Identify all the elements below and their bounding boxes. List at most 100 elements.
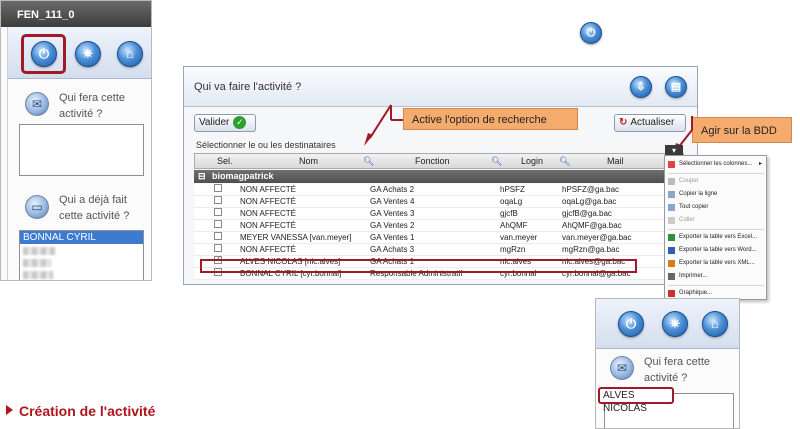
cell-nom: NON AFFECTÉ: [240, 209, 297, 218]
cell-fonction: GA Ventes 4: [370, 197, 415, 206]
table-row[interactable]: MEYER VANESSA [van.meyer] GA Ventes 1 van.…: [194, 232, 684, 244]
excel-icon: [668, 234, 675, 241]
cell-nom: NON AFFECTÉ: [240, 221, 297, 230]
dialog-print-button[interactable]: ▤: [665, 76, 687, 98]
cell-mail: oqaLg@ga.bac: [562, 197, 617, 206]
row-checkbox[interactable]: [214, 244, 222, 252]
cell-fonction: GA Achats 3: [370, 245, 415, 254]
cell-fonction: GA Ventes 3: [370, 209, 415, 218]
check-icon: ✓: [233, 115, 247, 129]
valider-button[interactable]: Valider ✓: [194, 114, 256, 132]
qui-deja-label: Qui a déjà fait cette activité ?: [59, 194, 130, 222]
cell-mail: van.meyer@ga.bac: [562, 233, 632, 242]
menu-select-columns[interactable]: Sélectionner les colonnes... ▸: [665, 159, 766, 170]
xml-icon: [668, 260, 675, 267]
gear-icon: ✷: [82, 46, 94, 61]
section-title: Création de l'activité: [6, 403, 155, 419]
row-checkbox[interactable]: [214, 220, 222, 228]
cell-nom: NON AFFECTÉ: [240, 245, 297, 254]
dialog-download-button[interactable]: ⇩: [630, 76, 652, 98]
row-checkbox[interactable]: [214, 232, 222, 240]
cell-fonction: GA Achats 2: [370, 185, 415, 194]
collapse-icon[interactable]: ⊟: [198, 170, 206, 183]
cell-login: gjcfB: [500, 209, 518, 218]
scissors-icon: [668, 178, 675, 185]
cell-login: oqaLg: [500, 197, 523, 206]
dialog-header: Qui va faire l'activité ? ⇩ ▤: [184, 67, 697, 107]
triangle-right-icon: [6, 405, 13, 415]
cell-mail: gjcfB@ga.bac: [562, 209, 612, 218]
search-icon[interactable]: 🔍︎: [491, 156, 502, 167]
download-icon: ⇩: [636, 81, 646, 93]
menu-copy-all[interactable]: Tout copier: [665, 202, 766, 213]
cell-fonction: GA Ventes 1: [370, 233, 415, 242]
qui-fera-field[interactable]: [19, 124, 144, 176]
table-row[interactable]: NON AFFECTÉ GA Ventes 3 gjcfB gjcfB@ga.bac: [194, 208, 684, 220]
menu-paste[interactable]: Coller: [665, 215, 766, 226]
row-checkbox[interactable]: [214, 208, 222, 216]
basket-icon: ⌂: [711, 316, 719, 331]
cell-fonction: GA Ventes 2: [370, 221, 415, 230]
recipient-dialog: Qui va faire l'activité ? ⇩ ▤ Valider ✓ ↻…: [183, 66, 698, 285]
search-icon[interactable]: 🔍︎: [559, 156, 570, 167]
envelope-icon: ✉: [610, 356, 634, 380]
basket-button[interactable]: ⌂: [702, 311, 728, 337]
row-checkbox[interactable]: [214, 196, 222, 204]
col-nom[interactable]: Nom: [299, 156, 318, 166]
word-icon: [668, 247, 675, 254]
basket-button[interactable]: ⌂: [117, 41, 143, 67]
blurred-item: [23, 259, 51, 267]
table-row[interactable]: NON AFFECTÉ GA Achats 3 mgRzn mgRzn@ga.bac: [194, 244, 684, 256]
submenu-arrow-icon: ▸: [758, 161, 762, 167]
menu-copy-row[interactable]: Copier la ligne: [665, 189, 766, 200]
settings-button[interactable]: ✷: [662, 311, 688, 337]
left-activity-panel: FEN_111_0 ⏻ ✷ ⌂ ✉ Qui fera cette activit…: [0, 0, 152, 281]
menu-export-word[interactable]: Exporter la table vers Word...: [665, 245, 766, 256]
group-row[interactable]: ⊟ biomagpatrick: [194, 170, 684, 183]
col-sel[interactable]: Sel.: [217, 156, 233, 166]
selected-row-highlight: [200, 259, 637, 273]
basket-icon: ⌂: [126, 46, 134, 61]
envelope-icon: ✉: [25, 92, 49, 116]
power-icon: ⏻: [38, 46, 50, 61]
search-icon[interactable]: 🔍︎: [363, 156, 374, 167]
col-mail[interactable]: Mail: [607, 156, 624, 166]
group-name: biomagpatrick: [212, 171, 274, 181]
dialog-title: Qui va faire l'activité ?: [194, 81, 302, 93]
menu-export-xml[interactable]: Exporter la table vers XML...: [665, 258, 766, 269]
floating-power-button[interactable]: ⏻: [580, 22, 602, 44]
refresh-icon: ↻: [619, 117, 628, 128]
cell-login: AhQMF: [500, 221, 528, 230]
settings-button[interactable]: ✷: [75, 41, 101, 67]
col-login[interactable]: Login: [521, 156, 543, 166]
power-icon: ⏻: [625, 316, 637, 331]
copy-icon: [668, 191, 675, 198]
callout-search-arrow: [364, 104, 403, 146]
blurred-item: [23, 271, 53, 279]
table-row[interactable]: NON AFFECTÉ GA Ventes 4 oqaLg oqaLg@ga.bac: [194, 196, 684, 208]
chart-icon: [668, 290, 675, 297]
table-row[interactable]: NON AFFECTÉ GA Achats 2 hPSFZ hPSFZ@ga.bac: [194, 184, 684, 196]
callout-search: Active l'option de recherche: [403, 108, 578, 130]
power-button[interactable]: ⏻: [618, 311, 644, 337]
cell-nom: NON AFFECTÉ: [240, 197, 297, 206]
col-fonction[interactable]: Fonction: [415, 156, 450, 166]
cell-login: hPSFZ: [500, 185, 525, 194]
window-title: FEN_111_0: [1, 1, 151, 27]
gear-icon: ✷: [669, 316, 681, 331]
menu-cut[interactable]: Couper: [665, 176, 766, 187]
qui-fera-label: Qui fera cette activité ?: [59, 92, 126, 120]
power-button[interactable]: ⏻: [31, 41, 57, 67]
menu-print[interactable]: Imprimer...: [665, 271, 766, 282]
print-icon: ▤: [670, 81, 682, 93]
copy-all-icon: [668, 204, 675, 211]
qui-fera-label: Qui fera cette activité ?: [644, 356, 711, 384]
table-row[interactable]: NON AFFECTÉ GA Ventes 2 AhQMF AhQMF@ga.bac: [194, 220, 684, 232]
menu-separator: [668, 229, 764, 230]
selected-recipient[interactable]: ALVES NICOLAS: [598, 387, 674, 414]
menu-export-excel[interactable]: Exporter la table vers Excel...: [665, 232, 766, 243]
cell-login: van.meyer: [500, 233, 538, 242]
list-item-selected[interactable]: BONNAL CYRIL: [20, 231, 143, 244]
valider-label: Valider: [199, 117, 230, 128]
row-checkbox[interactable]: [214, 184, 222, 192]
